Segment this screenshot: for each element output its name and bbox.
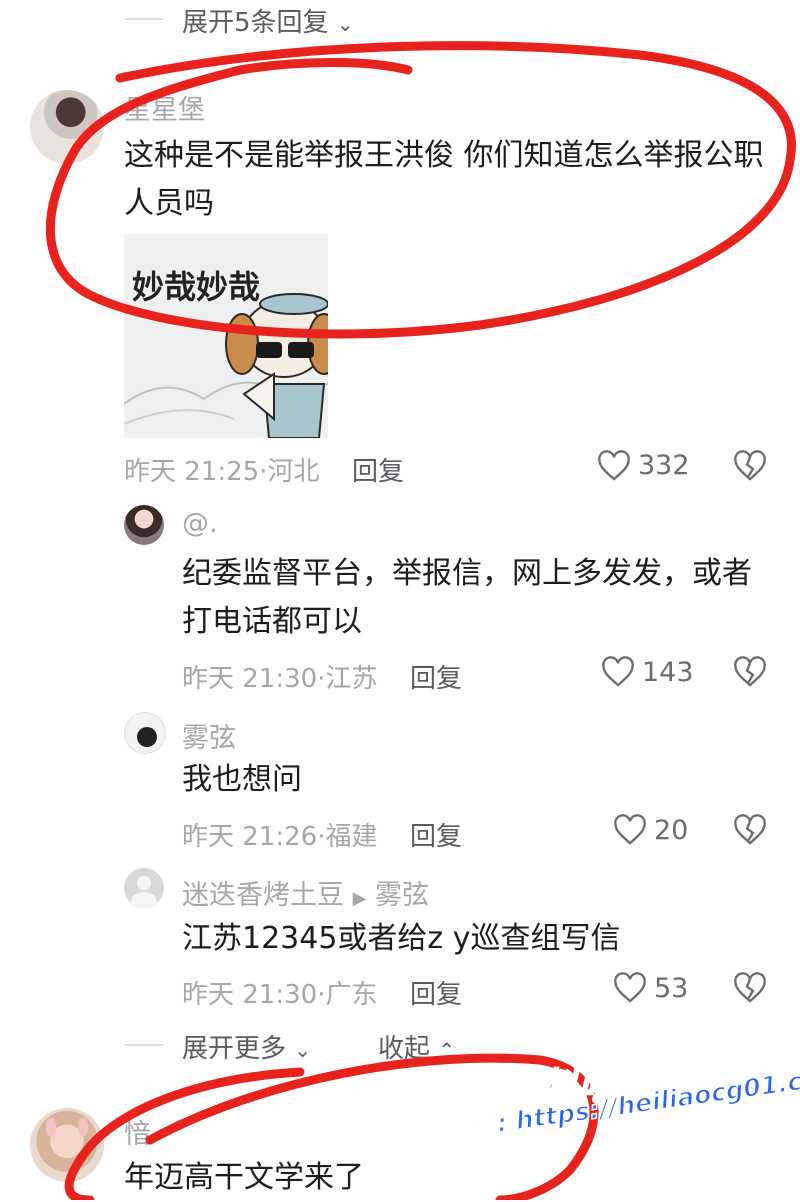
avatar[interactable] — [30, 1108, 104, 1182]
chevron-down-icon: ⌄ — [336, 12, 354, 36]
dislike-broken-heart-icon[interactable] — [732, 972, 768, 1004]
expand-more-label: 展开更多 — [182, 1034, 287, 1064]
like-count: 53 — [654, 973, 689, 1004]
divider-line — [125, 18, 163, 20]
reply-author[interactable]: 雾弦 — [182, 716, 236, 755]
heart-icon[interactable] — [600, 656, 636, 688]
dislike-broken-heart-icon[interactable] — [732, 656, 768, 688]
reply-button[interactable]: 回复 — [410, 658, 462, 695]
comment-author[interactable]: 愔 — [124, 1112, 151, 1151]
comment-text: 这种是不是能举报王洪俊 你们知道怎么举报公职人员吗 — [124, 138, 764, 221]
heart-icon[interactable] — [612, 972, 648, 1004]
chevron-down-icon: ⌄ — [294, 1038, 312, 1062]
reply-button[interactable]: 回复 — [410, 974, 462, 1011]
sticker-image[interactable]: 妙哉妙哉 — [124, 234, 328, 438]
reply-button[interactable]: 回复 — [352, 451, 404, 488]
dog-sticker-icon — [124, 293, 328, 438]
heart-icon[interactable] — [596, 450, 632, 482]
chevron-up-icon: ⌃ — [438, 1038, 456, 1062]
comment-author[interactable]: 星星堡 — [124, 88, 205, 127]
avatar[interactable] — [124, 868, 164, 908]
expand-more-button[interactable]: 展开更多 ⌄ — [182, 1028, 311, 1065]
expand-replies-button[interactable]: 展开5条回复 ⌄ — [182, 2, 354, 39]
like-count: 20 — [654, 815, 689, 846]
comment-timestamp: 昨天 21:25·河北 — [124, 457, 320, 487]
reply-button[interactable]: 回复 — [410, 816, 462, 853]
reply-arrow-icon: ▶ — [352, 888, 367, 909]
dislike-broken-heart-icon[interactable] — [732, 814, 768, 846]
reply-author[interactable]: 迷迭香烤土豆 ▶ 雾弦 — [182, 873, 429, 912]
reply-text: 纪委监督平台，举报信，网上多发发，或者打电话都可以 — [182, 556, 752, 639]
avatar[interactable] — [124, 505, 164, 545]
reply-timestamp: 昨天 21:30·广东 — [182, 980, 378, 1010]
avatar[interactable] — [30, 90, 104, 164]
collapse-button[interactable]: 收起 ⌃ — [378, 1028, 455, 1065]
reply-timestamp: 昨天 21:26·福建 — [182, 822, 378, 852]
divider-line — [124, 1044, 164, 1046]
comment-text: 年迈高干文学来了 — [124, 1160, 364, 1195]
heart-icon[interactable] — [612, 814, 648, 846]
reply-text: 江苏12345或者给z y巡查组写信 — [182, 921, 621, 956]
dislike-broken-heart-icon[interactable] — [732, 450, 768, 482]
avatar[interactable] — [124, 712, 166, 754]
reply-author[interactable]: @. — [182, 508, 218, 539]
reply-timestamp: 昨天 21:30·江苏 — [182, 664, 378, 694]
collapse-label: 收起 — [378, 1034, 431, 1064]
like-count: 143 — [642, 657, 694, 688]
reply-text: 我也想问 — [182, 762, 302, 797]
expand-replies-label: 展开5条回复 — [182, 8, 329, 38]
like-count: 332 — [638, 450, 690, 481]
